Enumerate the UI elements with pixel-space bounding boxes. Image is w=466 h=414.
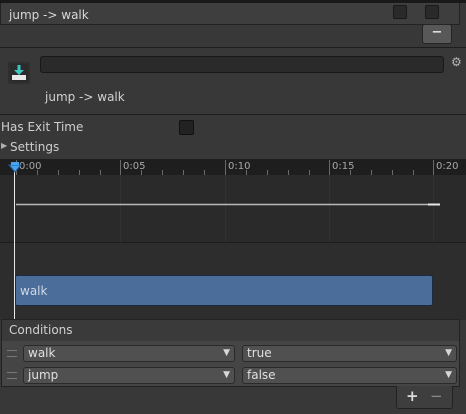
tick-label: 0:20 xyxy=(436,161,459,172)
tick-label: 0:10 xyxy=(228,161,251,172)
transition-title-bar[interactable]: jump -> walk xyxy=(0,3,460,25)
playhead-marker-icon[interactable] xyxy=(7,162,23,176)
add-condition-button[interactable]: + xyxy=(406,387,419,405)
divider xyxy=(0,114,466,115)
transition-subtitle: jump -> walk xyxy=(45,90,125,104)
gear-icon[interactable]: ⚙ xyxy=(451,55,462,69)
walk-clip-label: walk xyxy=(20,284,48,298)
conditions-list: walk ▼ true ▼ jump ▼ false ▼ xyxy=(1,341,460,387)
transition-timeline[interactable]: 0:00 0:05 0:10 0:15 0:20 walk xyxy=(0,159,466,320)
has-exit-time-label: Has Exit Time xyxy=(1,120,84,134)
walk-clip-bar[interactable]: walk xyxy=(15,275,433,306)
settings-foldout-arrow-icon[interactable]: ▶ xyxy=(1,141,7,150)
timeline-ruler: 0:00 0:05 0:10 0:15 0:20 xyxy=(0,159,466,175)
conditions-title: Conditions xyxy=(9,323,73,337)
conditions-footer: + − xyxy=(396,386,453,409)
condition-value-dropdown[interactable]: false ▼ xyxy=(242,367,457,384)
has-exit-time-checkbox[interactable] xyxy=(179,120,194,135)
transition-title: jump -> walk xyxy=(9,8,89,22)
drag-handle-icon[interactable] xyxy=(7,350,17,357)
transition-icon xyxy=(8,62,30,84)
remove-transition-button[interactable]: − xyxy=(422,24,452,44)
conditions-header: Conditions xyxy=(1,319,460,342)
divider xyxy=(0,47,466,48)
mute-checkbox[interactable] xyxy=(393,5,407,19)
chevron-down-icon: ▼ xyxy=(445,370,452,380)
condition-param-dropdown[interactable]: jump ▼ xyxy=(23,367,235,384)
chevron-down-icon: ▼ xyxy=(223,348,230,358)
condition-param-dropdown[interactable]: walk ▼ xyxy=(23,345,235,362)
solo-checkbox[interactable] xyxy=(425,5,439,19)
tick-label: 0:00 xyxy=(19,161,42,172)
drag-handle-icon[interactable] xyxy=(7,372,17,379)
remove-condition-button[interactable]: − xyxy=(430,387,443,405)
chevron-down-icon: ▼ xyxy=(223,370,230,380)
chevron-down-icon: ▼ xyxy=(445,348,452,358)
playhead-line xyxy=(14,165,15,320)
settings-foldout-label[interactable]: Settings xyxy=(10,140,59,154)
tick-label: 0:05 xyxy=(123,161,146,172)
transition-name-field[interactable] xyxy=(40,56,444,73)
tick-label: 0:15 xyxy=(332,161,355,172)
condition-value-dropdown[interactable]: true ▼ xyxy=(242,345,457,362)
